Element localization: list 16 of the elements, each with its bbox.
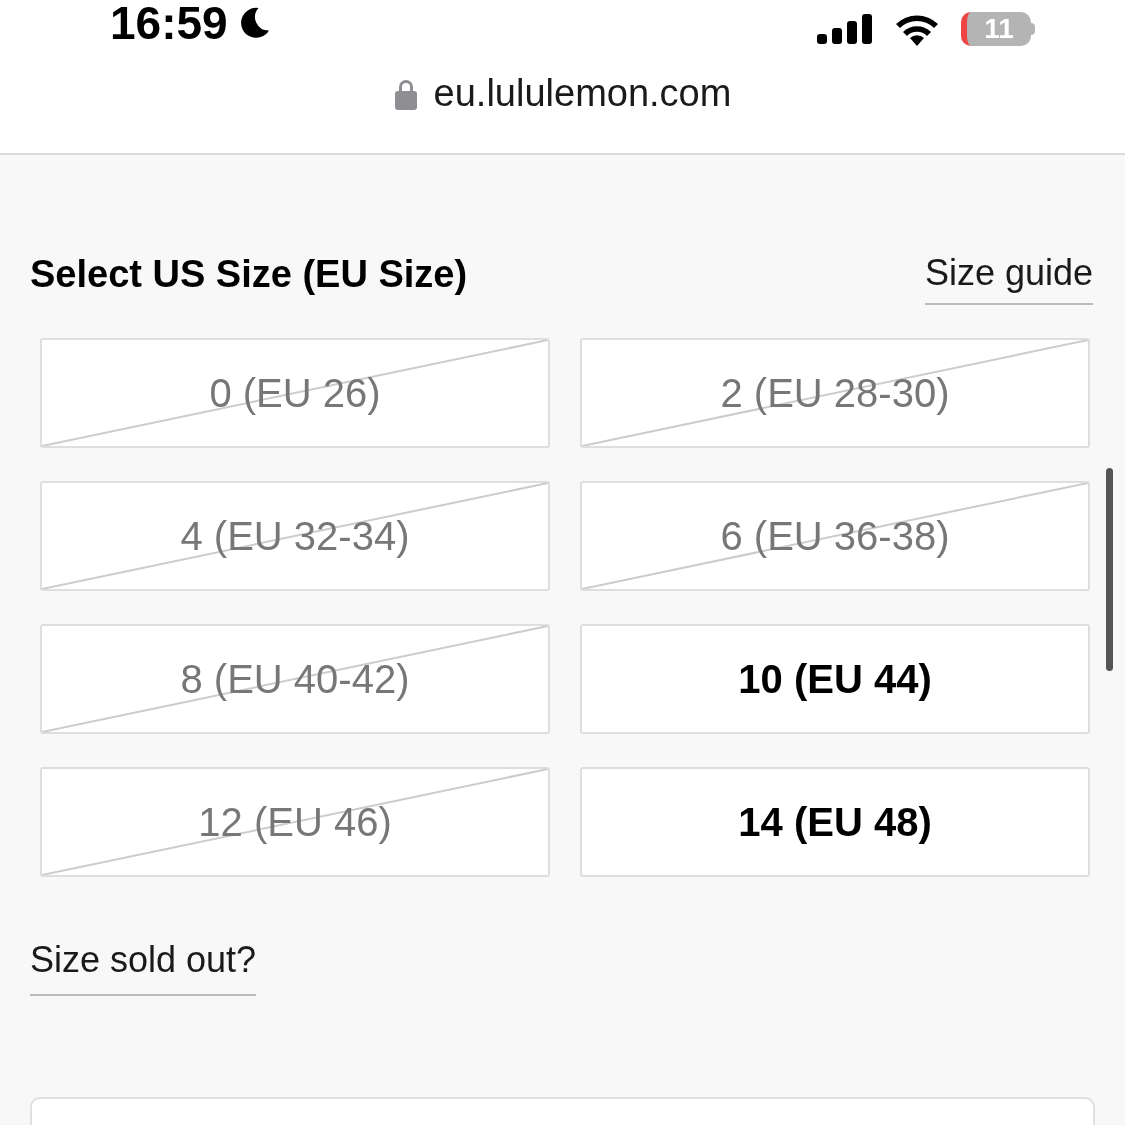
size-option[interactable]: 14 (EU 48) (580, 767, 1090, 877)
size-option[interactable]: 6 (EU 36-38) (580, 481, 1090, 591)
size-sold-out-link[interactable]: Size sold out? (30, 942, 257, 996)
size-heading: Select US Size (EU Size) (30, 255, 468, 293)
size-option[interactable]: 2 (EU 28-30) (580, 338, 1090, 448)
size-option[interactable]: 8 (EU 40-42) (40, 624, 550, 734)
battery-percent: 11 (984, 15, 1014, 43)
size-option[interactable]: 10 (EU 44) (580, 624, 1090, 734)
size-option[interactable]: 0 (EU 26) (40, 338, 550, 448)
size-guide-link[interactable]: Size guide (924, 255, 1093, 305)
lock-icon (393, 77, 418, 110)
signal-icon (817, 14, 873, 44)
status-time: 16:59 (110, 0, 228, 46)
size-option[interactable]: 12 (EU 46) (40, 767, 550, 877)
size-option[interactable]: 4 (EU 32-34) (40, 481, 550, 591)
url-text[interactable]: eu.lululemon.com (433, 65, 732, 122)
